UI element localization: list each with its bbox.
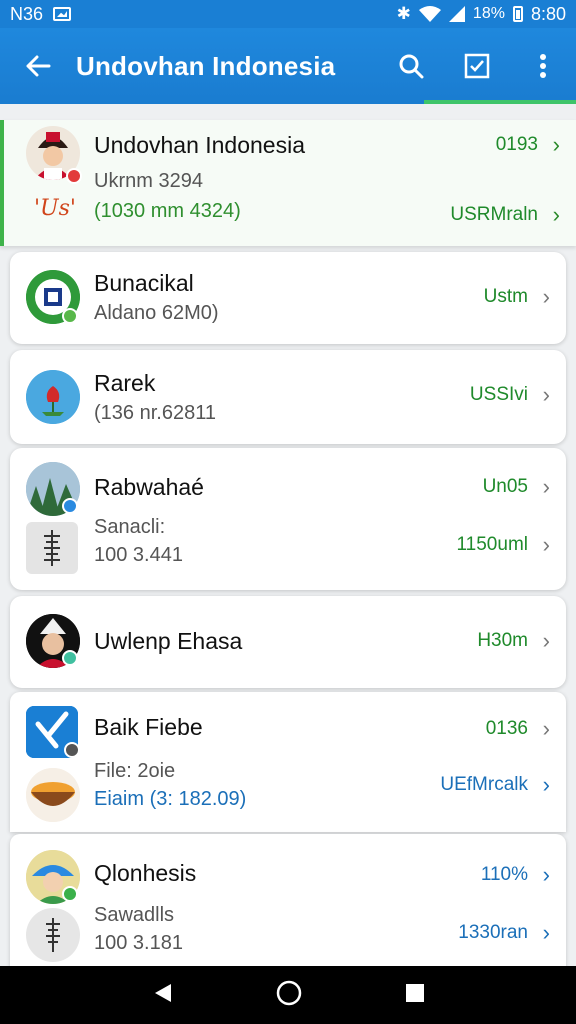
chevron-right-icon: › [542, 716, 550, 741]
nav-recents-button[interactable] [405, 983, 425, 1008]
app-bar: Undovhan Indonesia [0, 28, 576, 104]
item-title: Rabwahaé [94, 474, 204, 500]
item-detail: Eiaim (3: 182.09) [94, 788, 247, 810]
chevron-right-icon: › [542, 628, 550, 653]
chevron-right-icon: › [542, 284, 550, 309]
triangle-back-icon [155, 983, 172, 1002]
document-thumbnail-icon [26, 522, 78, 574]
item-value: 0193 [495, 134, 538, 155]
document-thumbnail-icon [26, 908, 80, 962]
item-subtitle: (136 nr.62811 [94, 402, 216, 424]
list-item[interactable]: Qlonhesis Sawadlls 100 3.181 110% › 1330… [10, 834, 566, 966]
item-value: USSIvi [469, 384, 528, 405]
item-value: Ustm [483, 286, 528, 307]
chevron-right-icon: › [542, 772, 550, 797]
list-item[interactable]: Uwlenp Ehasa H30m › [10, 596, 566, 688]
circle-home-icon [276, 980, 302, 1005]
search-icon [399, 54, 424, 79]
chevron-right-icon: › [552, 202, 560, 227]
system-nav-bar [0, 966, 576, 1024]
select-button[interactable] [444, 28, 510, 104]
bluetooth-icon: ✱ [396, 4, 411, 23]
item-value: H30m [477, 630, 528, 651]
status-bar: N36 ✱ 18% 8:80 [0, 0, 576, 28]
item-subtitle: Ukrnm 3294 [94, 170, 203, 192]
list-item[interactable]: Rarek (136 nr.62811 USSIvi › [10, 350, 566, 444]
item-value: 110% [480, 864, 528, 885]
bowl-image-icon [26, 768, 80, 822]
item-title: Undovhan Indonesia [94, 132, 305, 158]
nav-back-button[interactable] [151, 982, 173, 1009]
item-value: Un05 [482, 476, 528, 497]
gallery-notification-icon [53, 7, 72, 21]
square-recents-icon [405, 983, 424, 1002]
item-subtitle: File: 2oie [94, 760, 176, 782]
status-dot-icon [62, 650, 78, 666]
item-subtitle: Aldano 62M0) [94, 302, 219, 324]
nav-home-button[interactable] [276, 980, 302, 1011]
wifi-icon [418, 6, 441, 22]
chevron-right-icon: › [552, 132, 560, 157]
status-dot-icon [62, 308, 78, 324]
status-dot-icon [66, 168, 82, 184]
item-detail: 100 3.441 [94, 544, 183, 566]
item-value: 0136 [485, 718, 528, 739]
checkbox-icon [464, 53, 490, 79]
item-subtitle: Sanacli: [94, 516, 166, 538]
status-dot-icon [62, 886, 78, 902]
item-subtitle: Sawadlls [94, 904, 175, 926]
list-item[interactable]: Baik Fiebe File: 2oie Eiaim (3: 182.09) … [10, 692, 566, 832]
item-value-secondary: 1330ran [458, 922, 528, 943]
item-title: Baik Fiebe [94, 714, 203, 740]
item-title: Bunacikal [94, 270, 194, 296]
chevron-right-icon: › [542, 382, 550, 407]
item-value-secondary: UEfMrcalk [440, 774, 528, 795]
item-title: Uwlenp Ehasa [94, 628, 243, 654]
chevron-right-icon: › [542, 474, 550, 499]
item-detail: 100 3.181 [94, 932, 183, 954]
battery-percent: 18% [472, 5, 505, 22]
sync-icon [64, 742, 80, 758]
more-vert-icon [540, 54, 546, 78]
page-title: Undovhan Indonesia [76, 50, 336, 81]
back-button[interactable] [0, 28, 76, 104]
item-list: 'Us' Undovhan Indonesia Ukrnm 3294 (1030… [0, 104, 576, 966]
signal-icon [448, 6, 465, 22]
more-options-button[interactable] [510, 28, 576, 104]
chevron-right-icon: › [542, 532, 550, 557]
status-dot-icon [62, 498, 78, 514]
item-title: Rarek [94, 370, 156, 396]
list-item[interactable]: Rabwahaé Sanacli: 100 3.441 Un05 › 1150u… [10, 448, 566, 590]
battery-icon [512, 6, 523, 22]
avatar [26, 370, 80, 424]
list-item[interactable]: Bunacikal Aldano 62M0) Ustm › [10, 252, 566, 344]
chevron-right-icon: › [542, 920, 550, 945]
item-value-secondary: USRMraln [450, 204, 538, 225]
item-title: Qlonhesis [94, 860, 197, 886]
list-item[interactable]: 'Us' Undovhan Indonesia Ukrnm 3294 (1030… [0, 120, 576, 246]
status-time: 8:80 [530, 3, 566, 24]
search-button[interactable] [378, 28, 444, 104]
arrow-left-icon [26, 55, 51, 77]
chevron-right-icon: › [542, 862, 550, 887]
status-left-text: N36 [10, 3, 44, 24]
item-value-secondary: 1150uml [456, 534, 528, 555]
brand-logo-text: 'Us' [34, 196, 76, 221]
item-detail: (1030 mm 4324) [94, 200, 241, 222]
